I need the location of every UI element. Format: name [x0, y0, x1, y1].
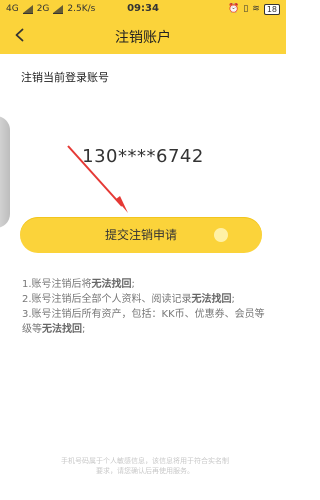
content: 注销当前登录账号 130****6742 提交注销申请 1.账号注销后将无法找回… — [0, 54, 286, 500]
battery-indicator: 18 — [263, 3, 280, 15]
account-number: 130****6742 — [82, 146, 204, 167]
arrow-icon — [67, 145, 128, 213]
submit-label: 提交注销申请 — [104, 228, 177, 242]
side-edge-decoration — [0, 116, 10, 228]
system-icons: ⏰ ▯ ≋ 18 — [228, 0, 280, 18]
submit-cancel-button[interactable]: 提交注销申请 — [20, 217, 262, 253]
top-bar: 注销账户 — [0, 18, 286, 54]
page-title: 注销账户 — [115, 30, 171, 46]
subtitle: 注销当前登录账号 — [21, 71, 109, 84]
note-item: 1.账号注销后将无法找回; — [22, 279, 135, 290]
vibrate-icon: ▯ — [243, 4, 249, 14]
footer-disclaimer: 手机号码属于个人敏感信息，该信息将用于符合实名制要求，请您确认后再使用服务。 — [61, 457, 229, 475]
notes-list: 1.账号注销后将无法找回; 2.账号注销后全部个人资料、阅读记录无法找回; 3.… — [22, 277, 267, 337]
wifi-icon: ≋ — [252, 4, 260, 14]
touch-indicator-icon — [214, 228, 228, 242]
status-bar: 4G 2G 2.5K/s 09:34 ⏰ ▯ ≋ 18 — [0, 0, 286, 18]
note-item: 3.账号注销后所有资产，包括：KK币、优惠券、会员等级等无法找回; — [22, 309, 265, 335]
alarm-icon: ⏰ — [228, 4, 240, 14]
note-item: 2.账号注销后全部个人资料、阅读记录无法找回; — [22, 294, 235, 305]
